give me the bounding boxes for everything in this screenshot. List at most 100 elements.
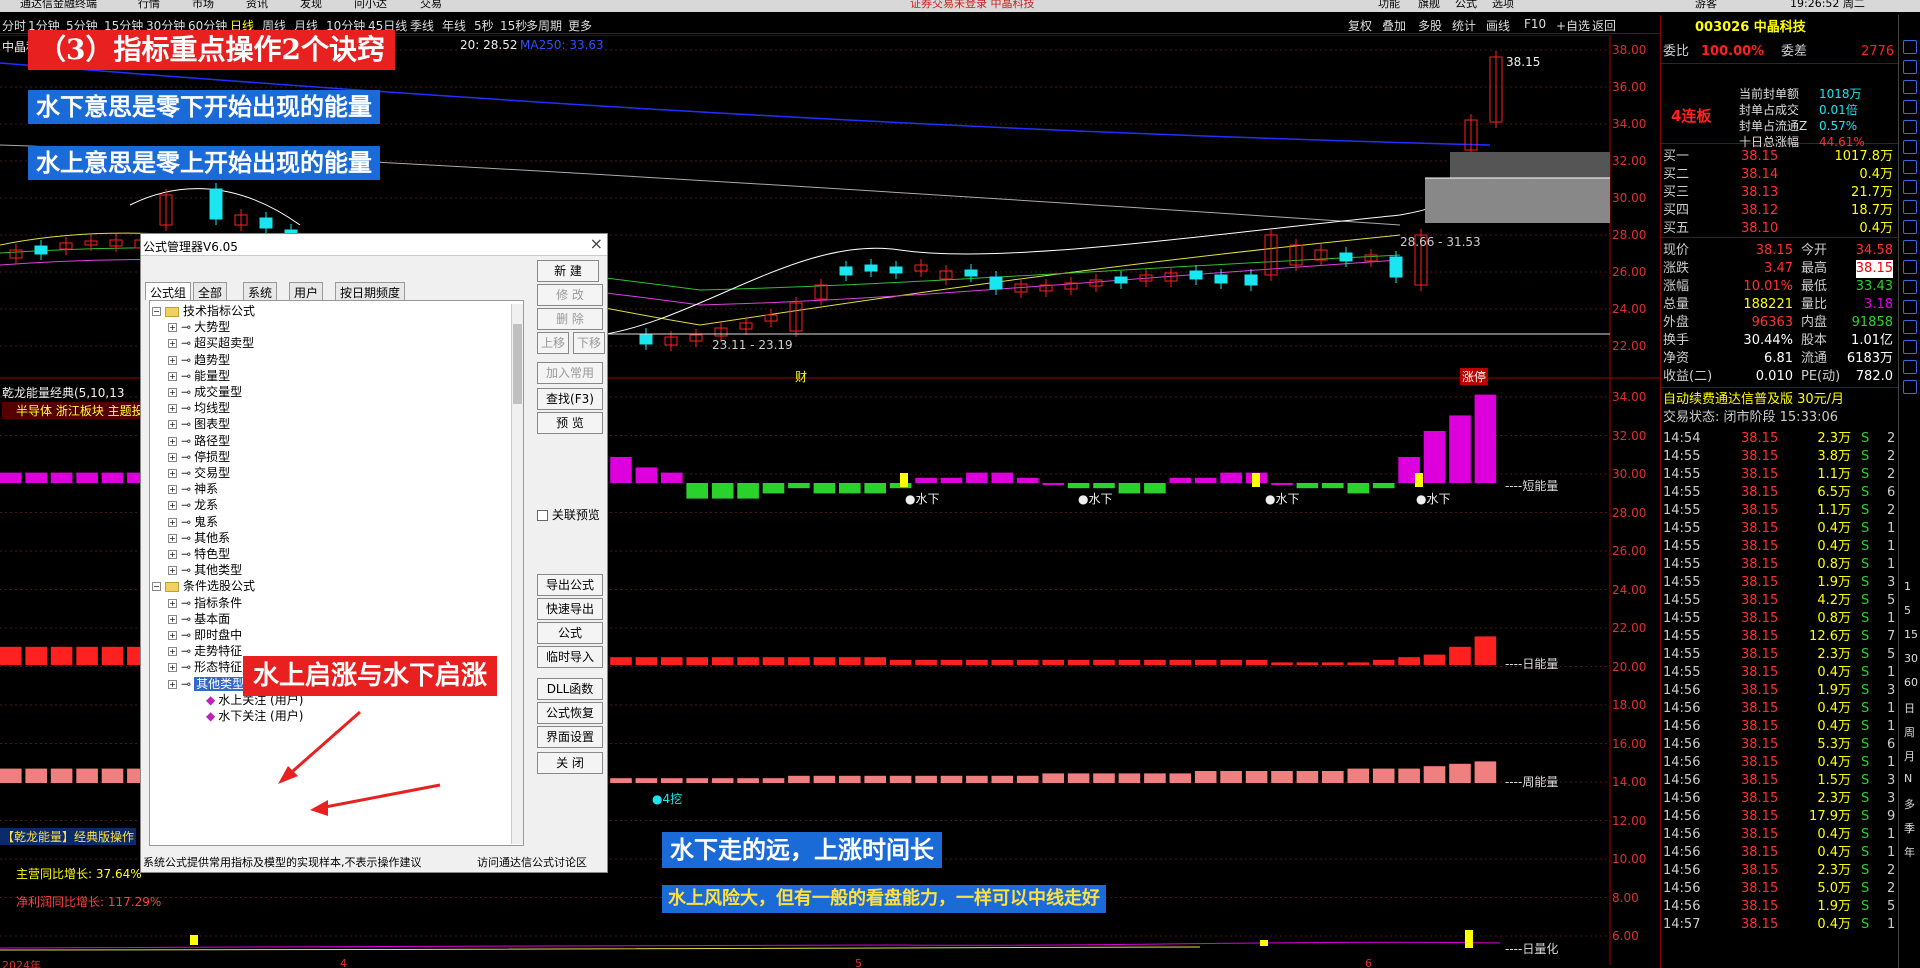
sidebar-tool-icon[interactable]: [1903, 120, 1917, 134]
tree-node[interactable]: + ⊸ 即时盘中: [168, 627, 242, 643]
sidebar-tool-icon[interactable]: [1903, 260, 1917, 274]
sidebar-tool-icon[interactable]: [1903, 200, 1917, 214]
tree-node[interactable]: − 技术指标公式: [152, 303, 255, 319]
expand-toggle[interactable]: −: [152, 582, 161, 592]
tree-node[interactable]: + ⊸ 均线型: [168, 400, 230, 416]
tree-node[interactable]: + ⊸ 形态特征: [168, 659, 242, 675]
toolbar-right-1[interactable]: 叠加: [1382, 17, 1406, 34]
sidebar-period[interactable]: 15: [1904, 628, 1918, 641]
menu-market[interactable]: 市场: [192, 0, 214, 10]
dialog-button-5[interactable]: 加入常用: [537, 362, 603, 384]
sidebar-period[interactable]: 30: [1904, 652, 1918, 665]
period-14[interactable]: 15秒: [500, 17, 527, 34]
dialog-button-0[interactable]: 新 建: [537, 260, 599, 282]
sidebar-tool-icon[interactable]: [1903, 40, 1917, 54]
sidebar-period[interactable]: 日: [1904, 700, 1915, 716]
tree-node[interactable]: + ⊸ 特色型: [168, 546, 230, 562]
sidebar-period[interactable]: N: [1904, 772, 1912, 785]
period-12[interactable]: 年线: [442, 17, 466, 34]
sidebar-period[interactable]: 多: [1904, 796, 1915, 812]
expand-toggle[interactable]: +: [168, 420, 177, 430]
expand-toggle[interactable]: +: [168, 388, 177, 397]
expand-toggle[interactable]: +: [168, 533, 177, 543]
sidebar-period[interactable]: 年: [1904, 844, 1915, 860]
tree-node[interactable]: + ⊸ 其他类型: [168, 562, 242, 578]
dialog-button-10[interactable]: 公式: [537, 622, 603, 644]
sidebar-tool-icon[interactable]: [1903, 300, 1917, 314]
sidebar-period[interactable]: 60: [1904, 676, 1918, 689]
tab-formula-group[interactable]: 公式组: [145, 282, 192, 300]
expand-toggle[interactable]: +: [168, 631, 177, 640]
tree-node[interactable]: + ⊸ 超买超卖型: [168, 335, 254, 351]
tree-node[interactable]: + ⊸ 走势特征: [168, 643, 242, 659]
period-15[interactable]: 多周期: [526, 17, 562, 34]
expand-toggle[interactable]: +: [168, 436, 177, 446]
tree-node[interactable]: + ⊸ 指标条件: [168, 595, 242, 611]
expand-toggle[interactable]: +: [168, 663, 177, 673]
dialog-button-12[interactable]: DLL函数: [537, 678, 603, 700]
expand-toggle[interactable]: +: [168, 614, 177, 624]
period-11[interactable]: 季线: [410, 17, 434, 34]
menu-news[interactable]: 资讯: [246, 0, 268, 10]
menu-quotes[interactable]: 行情: [138, 0, 160, 10]
tree-node[interactable]: + ⊸ 其他类型: [168, 676, 247, 692]
dialog-button-6[interactable]: 查找(F3): [537, 388, 603, 410]
tree-node[interactable]: + ⊸ 趋势型: [168, 352, 230, 368]
tree-node[interactable]: − 条件选股公式: [152, 578, 255, 594]
sidebar-tool-icon[interactable]: [1903, 340, 1917, 354]
toolbar-right-3[interactable]: 统计: [1452, 17, 1476, 34]
close-icon[interactable]: ×: [590, 234, 603, 253]
expand-toggle[interactable]: +: [168, 339, 177, 349]
dialog-button-3[interactable]: 上移: [537, 332, 569, 354]
forum-link[interactable]: 访问通达信公式讨论区: [477, 854, 587, 870]
sidebar-tool-icon[interactable]: [1903, 140, 1917, 154]
sidebar-tool-icon[interactable]: [1903, 180, 1917, 194]
tree-node[interactable]: + ⊸ 能量型: [168, 368, 230, 384]
dialog-button-15[interactable]: 关 闭: [537, 752, 603, 774]
tab-user[interactable]: 用户: [289, 282, 324, 300]
sidebar-tool-icon[interactable]: [1903, 360, 1917, 374]
dialog-button-8[interactable]: 导出公式: [537, 574, 603, 596]
tree-node[interactable]: + ⊸ 其他系: [168, 530, 230, 546]
tree-node[interactable]: + ⊸ 大势型: [168, 319, 230, 335]
tree-node[interactable]: + ⊸ 基本面: [168, 611, 230, 627]
renewal-ad[interactable]: 自动续费通达信普及版 30元/月: [1661, 391, 1899, 409]
expand-toggle[interactable]: +: [168, 598, 177, 608]
sidebar-period[interactable]: 5: [1904, 604, 1911, 617]
menu-options[interactable]: 选项: [1492, 0, 1514, 10]
tree-node[interactable]: + ⊸ 龙系: [168, 497, 218, 513]
tree-node[interactable]: + ⊸ 成交量型: [168, 384, 242, 400]
sidebar-period[interactable]: 季: [1904, 820, 1915, 836]
sidebar-tool-icon[interactable]: [1903, 380, 1917, 394]
toolbar-right-6[interactable]: +自选: [1556, 17, 1590, 34]
toolbar-right-5[interactable]: F10: [1524, 17, 1546, 31]
menu-ask[interactable]: 问小达: [354, 0, 387, 10]
sidebar-period[interactable]: 1: [1904, 580, 1911, 593]
dialog-button-9[interactable]: 快速导出: [537, 598, 603, 620]
dialog-button-1[interactable]: 修 改: [537, 284, 603, 306]
expand-toggle[interactable]: +: [168, 566, 177, 576]
expand-toggle[interactable]: +: [168, 679, 177, 689]
sidebar-period[interactable]: 周: [1904, 724, 1915, 740]
sidebar-tool-icon[interactable]: [1903, 220, 1917, 234]
tab-all[interactable]: 全部: [193, 282, 228, 300]
toolbar-right-7[interactable]: 返回: [1592, 17, 1616, 34]
expand-toggle[interactable]: +: [168, 647, 177, 657]
sidebar-tool-icon[interactable]: [1903, 280, 1917, 294]
period-0[interactable]: 分时: [2, 17, 26, 34]
toolbar-right-2[interactable]: 多股: [1418, 17, 1442, 34]
expand-toggle[interactable]: +: [168, 501, 177, 511]
tree-scrollbar[interactable]: [511, 304, 523, 844]
expand-toggle[interactable]: +: [168, 371, 177, 381]
expand-toggle[interactable]: +: [168, 469, 177, 478]
related-preview-checkbox[interactable]: 关联预览: [537, 506, 600, 523]
dialog-titlebar[interactable]: 公式管理器V6.05 ×: [141, 234, 607, 256]
sidebar-tool-icon[interactable]: [1903, 60, 1917, 74]
tree-node[interactable]: + ⊸ 图表型: [168, 416, 230, 432]
scroll-thumb[interactable]: [513, 324, 522, 404]
sidebar-tool-icon[interactable]: [1903, 160, 1917, 174]
expand-toggle[interactable]: +: [168, 323, 177, 333]
sidebar-tool-icon[interactable]: [1903, 100, 1917, 114]
tree-node[interactable]: + ⊸ 停损型: [168, 449, 230, 465]
menu-func[interactable]: 功能: [1378, 0, 1400, 10]
